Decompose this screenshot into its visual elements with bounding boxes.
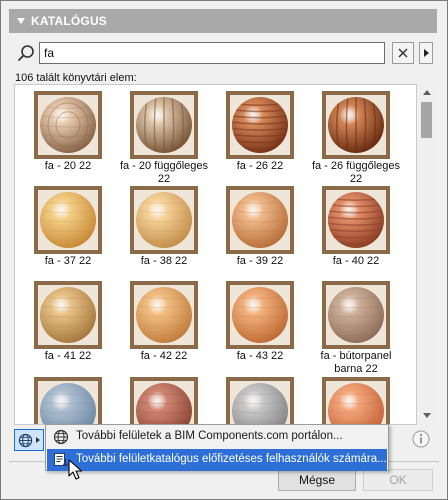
search-options-button[interactable] bbox=[419, 42, 433, 64]
mouse-cursor-icon bbox=[68, 459, 83, 480]
ok-button[interactable]: OK bbox=[363, 469, 433, 491]
dropdown-arrow-icon bbox=[36, 437, 40, 443]
material-preview-thumbnail bbox=[322, 281, 390, 349]
library-item[interactable]: fa - 43 22 bbox=[214, 277, 306, 387]
globe-icon bbox=[53, 429, 69, 445]
library-item-label: fa - 43 22 bbox=[236, 350, 284, 362]
menu-item-label: További felületkatalógus előfizetéses fe… bbox=[76, 453, 387, 465]
library-item-label: fa - 20 22 bbox=[44, 160, 92, 172]
library-item[interactable]: fa - 39 22 bbox=[214, 182, 306, 292]
material-preview-thumbnail bbox=[34, 91, 102, 159]
material-preview-thumbnail bbox=[226, 186, 294, 254]
library-item[interactable]: fa - 38 22 bbox=[118, 182, 210, 292]
library-item-label: fa - 39 22 bbox=[236, 255, 284, 267]
catalog-section-header[interactable]: KATALÓGUS bbox=[9, 9, 437, 33]
library-item[interactable] bbox=[118, 373, 210, 424]
search-icon bbox=[18, 45, 34, 61]
library-item[interactable]: fa - 37 22 bbox=[22, 182, 114, 292]
library-item[interactable]: fa - 42 22 bbox=[118, 277, 210, 387]
library-item[interactable]: fa - bútorpanel barna 22 bbox=[310, 277, 402, 387]
search-input[interactable] bbox=[39, 42, 385, 64]
collapse-triangle-icon[interactable] bbox=[17, 18, 25, 24]
web-objects-menu: További felületek a BIM Components.com p… bbox=[45, 424, 389, 471]
catalog-dialog: KATALÓGUS 106 talált könyvtári elem: fa … bbox=[0, 0, 448, 500]
scroll-down-arrow-icon[interactable] bbox=[423, 413, 431, 418]
info-icon[interactable] bbox=[411, 429, 431, 449]
menu-item-label: További felületek a BIM Components.com p… bbox=[76, 430, 343, 442]
scrollbar-thumb[interactable] bbox=[421, 102, 432, 138]
web-objects-button[interactable] bbox=[14, 429, 44, 451]
clear-icon bbox=[398, 48, 408, 58]
material-preview-thumbnail bbox=[322, 91, 390, 159]
library-item[interactable]: fa - 26 függőleges 22 bbox=[310, 87, 402, 197]
library-item[interactable]: fa - 26 22 bbox=[214, 87, 306, 197]
cancel-button[interactable]: Mégse bbox=[278, 469, 356, 491]
library-item[interactable] bbox=[22, 373, 114, 424]
result-count-text: 106 talált könyvtári elem: bbox=[15, 72, 137, 84]
catalog-section-title: KATALÓGUS bbox=[31, 14, 108, 28]
library-item[interactable] bbox=[310, 373, 402, 424]
material-preview-thumbnail bbox=[226, 281, 294, 349]
scroll-up-arrow-icon[interactable] bbox=[423, 90, 431, 95]
library-item[interactable]: fa - 20 22 bbox=[22, 87, 114, 197]
menu-item-bim-components[interactable]: További felületek a BIM Components.com p… bbox=[47, 426, 387, 448]
material-preview-thumbnail bbox=[130, 377, 198, 424]
material-preview-thumbnail bbox=[34, 186, 102, 254]
material-preview-thumbnail bbox=[226, 377, 294, 424]
library-item[interactable]: fa - 41 22 bbox=[22, 277, 114, 387]
globe-icon bbox=[18, 433, 33, 448]
expand-arrow-icon bbox=[424, 49, 429, 57]
material-preview-thumbnail bbox=[322, 186, 390, 254]
grid-scrollbar[interactable] bbox=[418, 84, 435, 425]
menu-item-subscription-catalog[interactable]: További felületkatalógus előfizetéses fe… bbox=[47, 449, 387, 471]
library-item-label: fa - 38 22 bbox=[140, 255, 188, 267]
material-preview-thumbnail bbox=[130, 186, 198, 254]
library-item-label: fa - 26 22 bbox=[236, 160, 284, 172]
material-preview-thumbnail bbox=[322, 377, 390, 424]
library-item-label: fa - 40 22 bbox=[332, 255, 380, 267]
material-preview-thumbnail bbox=[34, 281, 102, 349]
library-item[interactable] bbox=[214, 373, 306, 424]
material-preview-thumbnail bbox=[226, 91, 294, 159]
library-item[interactable]: fa - 40 22 bbox=[310, 182, 402, 292]
material-preview-thumbnail bbox=[34, 377, 102, 424]
library-item[interactable]: fa - 20 függőleges 22 bbox=[118, 87, 210, 197]
library-item-label: fa - 37 22 bbox=[44, 255, 92, 267]
library-item-label: fa - 42 22 bbox=[140, 350, 188, 362]
catalog-download-icon bbox=[54, 453, 69, 467]
material-preview-thumbnail bbox=[130, 91, 198, 159]
library-item-label: fa - 41 22 bbox=[44, 350, 92, 362]
material-preview-thumbnail bbox=[130, 281, 198, 349]
library-items-grid[interactable]: fa - 20 22 fa - 20 függőleges 22 fa - 26 2… bbox=[14, 84, 417, 425]
clear-search-button[interactable] bbox=[392, 42, 414, 64]
